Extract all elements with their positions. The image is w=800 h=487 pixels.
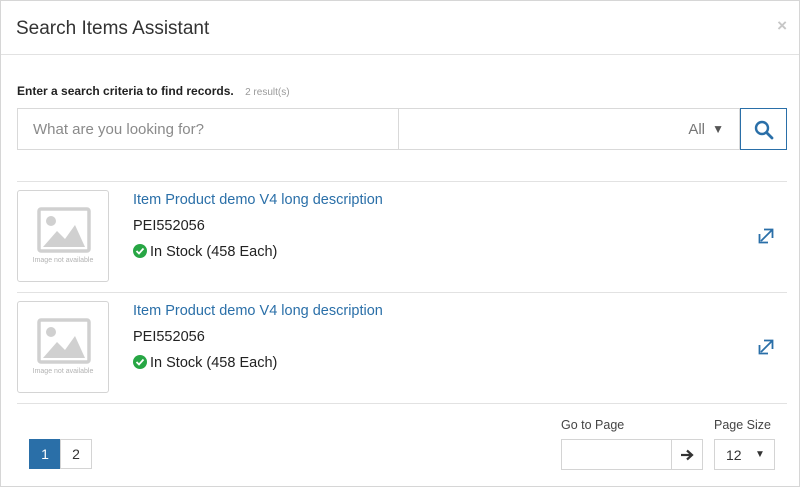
filter-value: All — [688, 121, 705, 138]
check-circle-icon — [133, 355, 147, 369]
stock-text: In Stock (458 Each) — [150, 355, 278, 371]
caret-down-icon: ▼ — [755, 449, 765, 460]
open-item-button[interactable] — [758, 228, 774, 249]
search-items-dialog: Search Items Assistant × Enter a search … — [0, 0, 800, 487]
results-list: Image not available Item Product demo V4… — [17, 181, 787, 404]
dialog-header: Search Items Assistant × — [1, 1, 799, 55]
goto-page-label: Go to Page — [561, 418, 625, 432]
goto-page-input[interactable] — [561, 439, 671, 470]
criteria-text: Enter a search criteria to find records. — [17, 84, 234, 98]
search-icon — [754, 120, 774, 140]
page-size-select[interactable]: 12 ▼ — [714, 439, 775, 470]
product-thumbnail: Image not available — [17, 301, 109, 393]
result-item: Image not available Item Product demo V4… — [17, 293, 787, 404]
page-size-label: Page Size — [714, 418, 771, 432]
search-bar: All ▼ — [17, 108, 787, 150]
dialog-title: Search Items Assistant — [16, 18, 210, 39]
search-button[interactable] — [740, 108, 787, 150]
image-placeholder-icon — [37, 318, 91, 364]
external-link-icon — [758, 228, 774, 244]
item-name-link[interactable]: Item Product demo V4 long description — [133, 192, 383, 208]
search-criteria-label: Enter a search criteria to find records.… — [17, 84, 290, 98]
result-count: 2 result(s) — [245, 87, 290, 98]
check-circle-icon — [133, 244, 147, 258]
open-item-button[interactable] — [758, 339, 774, 360]
arrow-right-icon — [681, 449, 694, 461]
thumbnail-caption: Image not available — [32, 368, 94, 375]
item-name-link[interactable]: Item Product demo V4 long description — [133, 303, 383, 319]
goto-page-button[interactable] — [671, 439, 703, 470]
thumbnail-caption: Image not available — [32, 257, 94, 264]
page-size-value: 12 — [726, 447, 742, 463]
external-link-icon — [758, 339, 774, 355]
stock-status: In Stock (458 Each) — [133, 244, 277, 260]
item-code: PEI552056 — [133, 329, 205, 345]
image-placeholder-icon — [37, 207, 91, 253]
close-icon[interactable]: × — [777, 17, 787, 34]
result-item: Image not available Item Product demo V4… — [17, 182, 787, 293]
product-thumbnail: Image not available — [17, 190, 109, 282]
page-button-1[interactable]: 1 — [29, 439, 61, 469]
search-input[interactable] — [17, 108, 398, 150]
caret-down-icon: ▼ — [712, 122, 724, 136]
filter-select[interactable]: All ▼ — [398, 108, 740, 150]
item-code: PEI552056 — [133, 218, 205, 234]
stock-text: In Stock (458 Each) — [150, 244, 278, 260]
page-button-2[interactable]: 2 — [60, 439, 92, 469]
stock-status: In Stock (458 Each) — [133, 355, 277, 371]
